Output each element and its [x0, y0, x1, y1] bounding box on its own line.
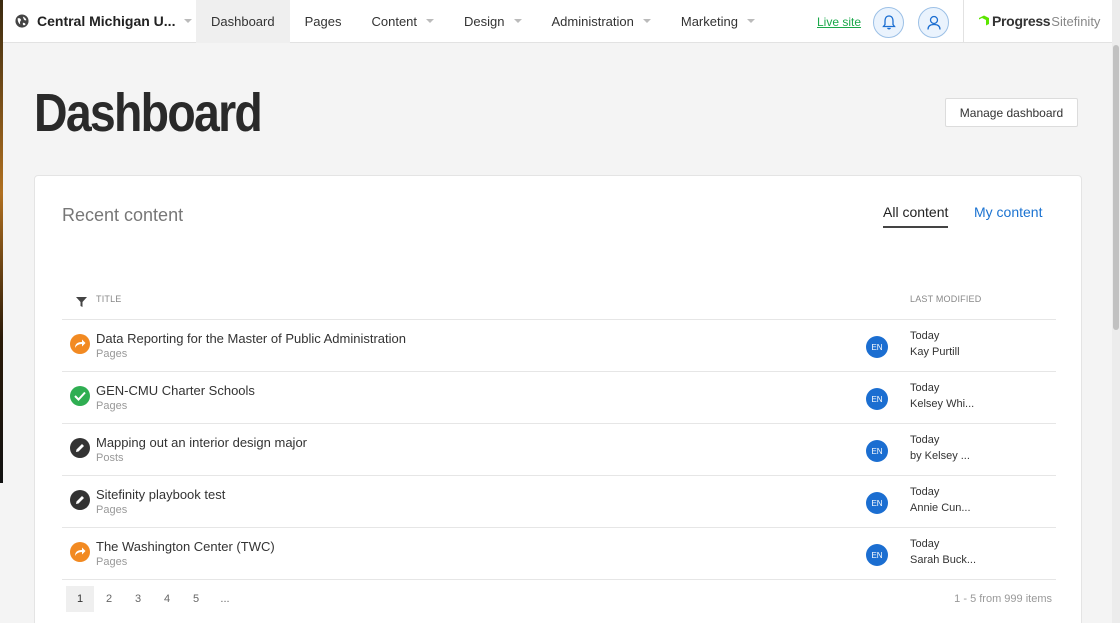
list-item[interactable]: Mapping out an interior design major Pos…: [62, 423, 1056, 475]
page-links: 1 2 3 4 5 ...: [66, 586, 240, 612]
item-type: Pages: [96, 556, 128, 568]
list-item[interactable]: GEN-CMU Charter Schools Pages EN Today K…: [62, 371, 1056, 423]
background-strip: [0, 0, 3, 483]
content-list: Data Reporting for the Master of Public …: [62, 319, 1056, 579]
site-selector[interactable]: Central Michigan U...: [3, 0, 196, 43]
nav-pages[interactable]: Pages: [290, 0, 357, 43]
language-badge: EN: [866, 440, 888, 462]
modified-by: Sarah Buck...: [910, 554, 977, 566]
notifications-button[interactable]: [873, 7, 904, 38]
modified-by: Kay Purtill: [910, 346, 960, 358]
nav-label: Administration: [551, 13, 634, 29]
page-link-more[interactable]: ...: [211, 586, 239, 612]
chevron-down-icon: [184, 19, 193, 23]
draft-pencil-icon: [70, 490, 90, 510]
language-badge: EN: [866, 336, 888, 358]
modified-date: Today: [910, 434, 940, 446]
page-title: Dashboard: [34, 83, 263, 143]
item-title[interactable]: Sitefinity playbook test: [96, 487, 225, 502]
language-badge: EN: [866, 544, 888, 566]
tab-all-content[interactable]: All content: [883, 204, 949, 228]
page-link-4[interactable]: 4: [153, 586, 181, 612]
nav-label: Marketing: [680, 13, 738, 29]
published-check-icon: [70, 386, 90, 406]
item-title[interactable]: Data Reporting for the Master of Public …: [96, 331, 406, 346]
main-nav: Dashboard Pages Content Design Administr…: [196, 0, 770, 43]
modified-by: Annie Cun...: [910, 502, 971, 514]
item-type: Posts: [96, 452, 124, 464]
redirect-status-icon: [70, 542, 90, 562]
pagination: 1 2 3 4 5 ... 1 - 5 from 999 items: [62, 579, 1056, 613]
modified-date: Today: [910, 538, 940, 550]
nav-content[interactable]: Content: [356, 0, 449, 43]
item-title[interactable]: The Washington Center (TWC): [96, 539, 275, 554]
nav-administration[interactable]: Administration: [537, 0, 666, 43]
page-link-1[interactable]: 1: [66, 586, 94, 612]
scrollbar-thumb[interactable]: [1113, 45, 1119, 330]
page-link-5[interactable]: 5: [182, 586, 210, 612]
bell-icon: [881, 15, 896, 30]
nav-label: Dashboard: [211, 13, 275, 29]
live-site-link[interactable]: Live site: [817, 15, 861, 29]
page-link-3[interactable]: 3: [124, 586, 152, 612]
item-title[interactable]: GEN-CMU Charter Schools: [96, 383, 255, 398]
modified-by: Kelsey Whi...: [910, 398, 975, 410]
site-name: Central Michigan U...: [37, 13, 176, 29]
chevron-down-icon: [426, 19, 435, 23]
list-item[interactable]: The Washington Center (TWC) Pages EN Tod…: [62, 527, 1056, 579]
modified-date: Today: [910, 486, 940, 498]
item-type: Pages: [96, 504, 128, 516]
item-type: Pages: [96, 400, 128, 412]
nav-dashboard[interactable]: Dashboard: [196, 0, 290, 43]
nav-marketing[interactable]: Marketing: [666, 0, 770, 43]
globe-icon: [15, 14, 29, 28]
page-link-2[interactable]: 2: [95, 586, 123, 612]
list-item[interactable]: Data Reporting for the Master of Public …: [62, 319, 1056, 371]
progress-logo-icon: [979, 15, 989, 26]
chevron-down-icon: [513, 19, 522, 23]
draft-pencil-icon: [70, 438, 90, 458]
language-badge: EN: [866, 492, 888, 514]
tab-my-content[interactable]: My content: [974, 204, 1042, 220]
list-item[interactable]: Sitefinity playbook test Pages EN Today …: [62, 475, 1056, 527]
nav-label: Design: [464, 13, 505, 29]
chevron-down-icon: [642, 19, 651, 23]
nav-label: Pages: [304, 13, 342, 29]
user-profile-button[interactable]: [918, 7, 949, 38]
manage-dashboard-button[interactable]: Manage dashboard: [945, 98, 1078, 127]
modified-date: Today: [910, 330, 940, 342]
filter-icon[interactable]: [76, 297, 87, 307]
pagination-info: 1 - 5 from 999 items: [954, 593, 1052, 605]
column-header-last-modified[interactable]: LAST MODIFIED: [910, 294, 981, 304]
column-header-title[interactable]: TITLE: [96, 294, 122, 304]
card-title: Recent content: [62, 205, 184, 225]
redirect-status-icon: [70, 334, 90, 354]
language-badge: EN: [866, 388, 888, 410]
item-title[interactable]: Mapping out an interior design major: [96, 435, 307, 450]
modified-by: by Kelsey ...: [910, 450, 970, 462]
chevron-down-icon: [746, 19, 755, 23]
brand-progress: Progress: [992, 13, 1051, 29]
brand-logo: Progress Sitefinity: [978, 13, 1100, 29]
modified-date: Today: [910, 382, 940, 394]
recent-content-card: Recent content All content My content TI…: [34, 175, 1082, 623]
nav-label: Content: [371, 13, 418, 29]
nav-design[interactable]: Design: [449, 0, 536, 43]
nav-divider: [963, 0, 964, 43]
user-icon: [926, 15, 941, 30]
item-type: Pages: [96, 348, 128, 360]
brand-sitefinity: Sitefinity: [1051, 13, 1101, 29]
